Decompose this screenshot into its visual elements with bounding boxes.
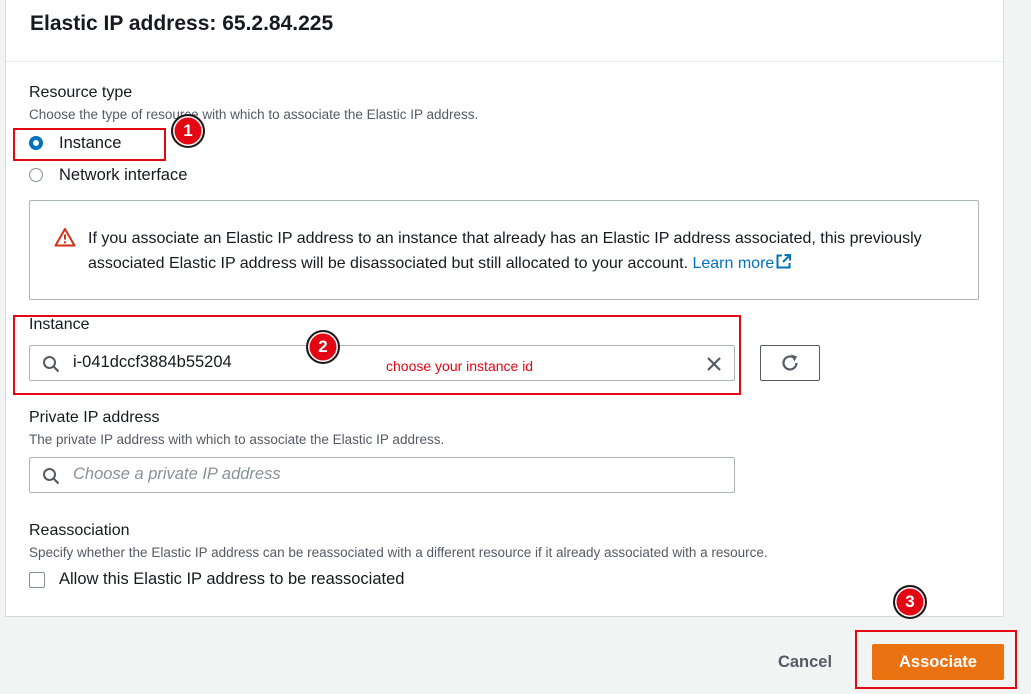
associate-panel: Elastic IP address: 65.2.84.225 xyxy=(5,0,1004,617)
external-link-icon xyxy=(776,254,792,269)
radio-network-interface-label: Network interface xyxy=(59,165,188,184)
private-ip-description: The private IP address with which to ass… xyxy=(29,432,445,447)
highlight-instance-input xyxy=(13,315,741,395)
reassociation-label: Reassociation xyxy=(29,522,130,539)
resource-type-label: Resource type xyxy=(29,84,133,101)
warning-icon xyxy=(54,228,76,247)
private-ip-input[interactable]: Choose a private IP address xyxy=(29,457,735,493)
highlight-associate-button xyxy=(855,630,1017,689)
resource-type-description: Choose the type of resource with which t… xyxy=(29,107,479,122)
reassociation-checkbox-label: Allow this Elastic IP address to be reas… xyxy=(59,570,405,588)
reassociation-checkbox[interactable] xyxy=(29,571,45,588)
radio-button-unchecked[interactable] xyxy=(29,168,43,182)
page-title: Elastic IP address: 65.2.84.225 xyxy=(30,12,334,35)
refresh-button[interactable] xyxy=(760,345,820,381)
search-icon xyxy=(43,468,60,485)
step-badge-1: 1 xyxy=(171,114,205,148)
refresh-icon xyxy=(782,354,798,371)
private-ip-placeholder: Choose a private IP address xyxy=(73,465,281,483)
step-badge-2: 2 xyxy=(306,330,340,364)
learn-more-link[interactable]: Learn more xyxy=(692,254,792,272)
alert-text: If you associate an Elastic IP address t… xyxy=(88,226,968,276)
reassociation-checkbox-row[interactable]: Allow this Elastic IP address to be reas… xyxy=(29,570,404,589)
cancel-button[interactable]: Cancel xyxy=(760,646,850,678)
panel-header: Elastic IP address: 65.2.84.225 xyxy=(6,0,1003,62)
annotation-note: choose your instance id xyxy=(386,358,534,374)
step-badge-3: 3 xyxy=(893,585,927,619)
warning-alert: If you associate an Elastic IP address t… xyxy=(29,200,979,300)
alert-message: If you associate an Elastic IP address t… xyxy=(88,230,922,272)
highlight-instance-radio xyxy=(13,128,166,161)
radio-network-interface[interactable]: Network interface xyxy=(29,164,187,186)
private-ip-label: Private IP address xyxy=(29,409,160,426)
reassociation-description: Specify whether the Elastic IP address c… xyxy=(29,545,768,560)
